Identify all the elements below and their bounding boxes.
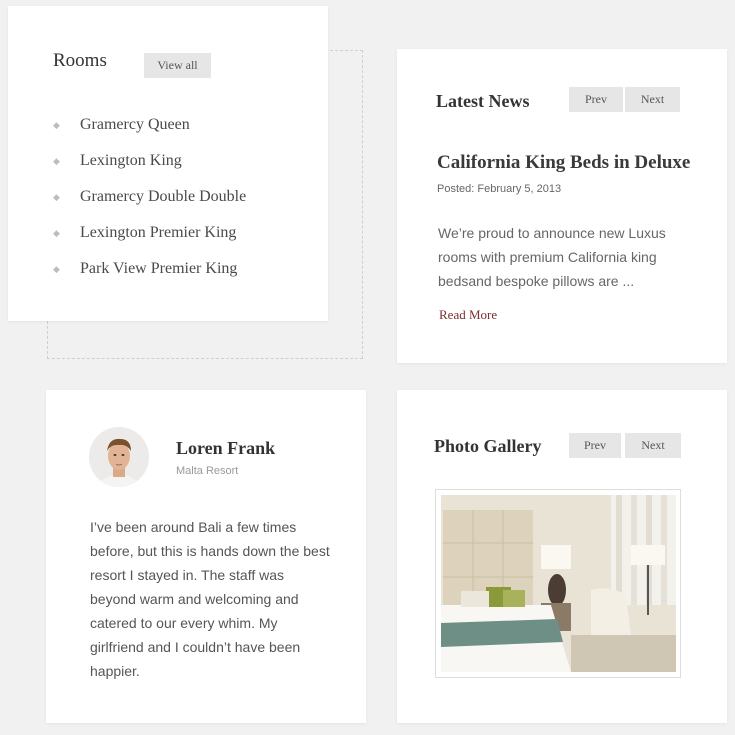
- news-title: Latest News: [436, 91, 530, 111]
- list-item[interactable]: ◆ Lexington King: [53, 143, 246, 179]
- list-item[interactable]: ◆ Lexington Premier King: [53, 215, 246, 251]
- gallery-prev-button[interactable]: Prev: [569, 433, 621, 458]
- news-excerpt: We’re proud to announce new Luxus rooms …: [438, 225, 666, 289]
- rooms-title: Rooms: [53, 50, 107, 71]
- testimonial-card: Loren Frank Malta Resort I’ve been aroun…: [46, 390, 366, 723]
- diamond-bullet-icon: ◆: [53, 155, 60, 166]
- testimonial-quote: I’ve been around Bali a few times before…: [90, 519, 330, 679]
- photo-gallery-card: Photo Gallery Prev Next: [397, 390, 727, 723]
- room-label[interactable]: Lexington King: [80, 152, 182, 170]
- gallery-photo-frame[interactable]: [435, 489, 681, 678]
- gallery-next-button[interactable]: Next: [625, 433, 681, 458]
- reviewer-organization: Malta Resort: [176, 465, 239, 477]
- rooms-list: ◆ Gramercy Queen ◆ Lexington King ◆ Gram…: [53, 107, 246, 287]
- list-item[interactable]: ◆ Gramercy Double Double: [53, 179, 246, 215]
- read-more-link[interactable]: Read More: [439, 307, 497, 323]
- list-item[interactable]: ◆ Gramercy Queen: [53, 107, 246, 143]
- news-prev-button[interactable]: Prev: [569, 87, 623, 112]
- room-label[interactable]: Lexington Premier King: [80, 224, 236, 242]
- room-label[interactable]: Gramercy Queen: [80, 116, 190, 134]
- list-item[interactable]: ◆ Park View Premier King: [53, 251, 246, 287]
- room-label[interactable]: Gramercy Double Double: [80, 188, 246, 206]
- diamond-bullet-icon: ◆: [53, 263, 60, 274]
- news-headline[interactable]: California King Beds in Deluxe: [437, 152, 690, 174]
- news-posted-date: Posted: February 5, 2013: [437, 183, 562, 195]
- rooms-card: Rooms View all ◆ Gramercy Queen ◆ Lexing…: [8, 6, 328, 321]
- room-label[interactable]: Park View Premier King: [80, 260, 237, 278]
- avatar: [89, 427, 149, 487]
- diamond-bullet-icon: ◆: [53, 119, 60, 130]
- person-portrait-icon: [89, 427, 149, 487]
- latest-news-card: Latest News Prev Next California King Be…: [397, 49, 727, 363]
- hotel-bedroom-photo: [441, 495, 676, 672]
- reviewer-name: Loren Frank: [176, 438, 276, 458]
- news-next-button[interactable]: Next: [625, 87, 680, 112]
- view-all-button[interactable]: View all: [144, 53, 211, 78]
- diamond-bullet-icon: ◆: [53, 191, 60, 202]
- diamond-bullet-icon: ◆: [53, 227, 60, 238]
- gallery-title: Photo Gallery: [434, 436, 542, 456]
